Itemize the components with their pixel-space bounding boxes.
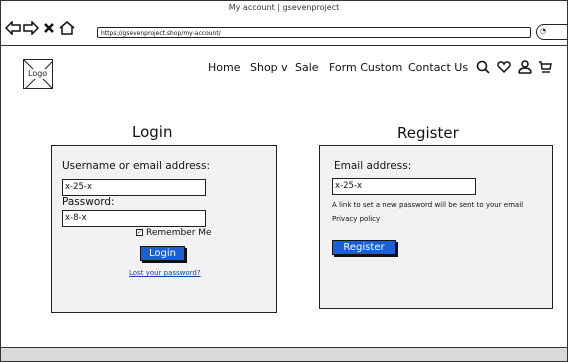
username-input[interactable]: x-25-x <box>62 179 206 196</box>
password-input[interactable]: x-8-x <box>62 210 206 227</box>
menu-form-custom[interactable]: Form Custom <box>329 61 402 75</box>
privacy-policy-link[interactable]: Privacy policy <box>332 215 380 224</box>
email-input[interactable]: x-25-x <box>332 178 476 195</box>
menu-contact[interactable]: Contact Us <box>408 61 468 75</box>
footer <box>1 348 567 361</box>
menu-home[interactable]: Home <box>208 61 240 75</box>
heart-icon[interactable] <box>497 59 511 79</box>
password-note: A link to set a new password will be sen… <box>332 201 524 209</box>
url-bar[interactable]: https://gsevenproject.shop/my-account/ <box>97 27 531 38</box>
menu-icon: ◔ <box>540 27 547 35</box>
password-label: Password: <box>62 196 115 208</box>
menu-shop[interactable]: Shop v <box>250 61 288 75</box>
menu-sale[interactable]: Sale <box>295 61 319 75</box>
browser-toolbar: https://gsevenproject.shop/my-account/ ◔ <box>1 19 568 46</box>
remember-label: Remember Me <box>146 228 212 238</box>
logo-label: Logo <box>27 69 49 79</box>
register-heading: Register <box>397 124 459 142</box>
home-icon[interactable] <box>59 21 75 42</box>
browser-window: My account | gsevenproject https://gseve… <box>0 0 568 362</box>
site-logo[interactable]: Logo <box>23 59 53 89</box>
back-arrow-icon[interactable] <box>4 20 21 42</box>
browser-menu-button[interactable]: ◔ <box>536 24 568 40</box>
login-heading: Login <box>132 123 173 141</box>
login-button[interactable]: Login <box>140 246 185 261</box>
window-title: My account | gsevenproject <box>228 3 340 12</box>
forward-arrow-icon[interactable] <box>23 20 40 42</box>
username-label: Username or email address: <box>62 160 211 172</box>
login-panel: Username or email address: x-25-x Passwo… <box>51 145 277 313</box>
register-button[interactable]: Register <box>332 240 396 255</box>
lost-password-link[interactable]: Lost your password? <box>129 269 201 278</box>
user-icon[interactable] <box>518 59 532 79</box>
register-panel: Email address: x-25-x A link to set a ne… <box>319 145 553 309</box>
close-icon[interactable] <box>43 21 55 42</box>
cart-icon[interactable] <box>538 59 552 79</box>
email-label: Email address: <box>334 160 412 172</box>
search-icon[interactable] <box>476 59 490 79</box>
remember-checkbox[interactable]: ✓ <box>136 229 143 236</box>
